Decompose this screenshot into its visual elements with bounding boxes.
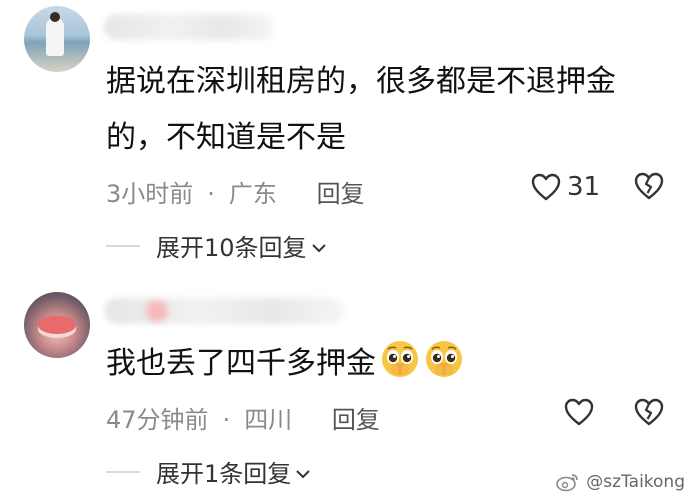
expand-replies-button[interactable]: 展开10条回复 [106, 228, 327, 263]
reply-button[interactable]: 回复 [317, 180, 365, 208]
meta-separator: · [222, 406, 231, 434]
dislike-button[interactable] [634, 172, 664, 200]
comment-time: 3小时前 [106, 180, 194, 208]
comment-location: 四川 [244, 406, 293, 434]
comment-item-1: 据说在深圳租房的，很多都是不退押金 的，不知道是不是 3小时前 · 广东 回复 31… [0, 0, 695, 270]
reply-button[interactable]: 回复 [332, 406, 380, 434]
like-button[interactable]: 31 [531, 172, 600, 202]
expand-replies-label: 展开1条回复 [156, 460, 292, 488]
comment-text: 我也丢了四千多押金 [106, 338, 464, 390]
meta-separator: · [207, 180, 215, 208]
comment-text-content: 我也丢了四千多押金 [106, 346, 376, 381]
heart-outline-icon [564, 398, 594, 426]
watermark-text: @szTaikong [586, 472, 685, 492]
comment-text-line: 据说在深圳租房的，很多都是不退押金 [106, 64, 616, 99]
username-blurred[interactable] [104, 14, 274, 40]
avatar-head [50, 12, 60, 22]
pleading-face-emoji-icon [380, 339, 420, 379]
divider-line [106, 244, 140, 247]
comment-time: 47分钟前 [106, 406, 209, 434]
dislike-button[interactable] [634, 398, 664, 426]
divider-line [106, 470, 140, 473]
heart-outline-icon [531, 173, 561, 201]
expand-replies-label: 展开10条回复 [156, 234, 307, 262]
comment-meta: 3小时前 · 广东 回复 [106, 174, 365, 209]
avatar[interactable] [24, 6, 90, 72]
weibo-logo-icon [556, 472, 580, 492]
chevron-down-icon [311, 232, 327, 260]
like-button[interactable] [564, 398, 600, 426]
expand-replies-button[interactable]: 展开1条回复 [106, 454, 311, 489]
chevron-down-icon [295, 458, 311, 486]
pleading-face-emoji-icon [424, 339, 464, 379]
comment-meta: 47分钟前 · 四川 回复 [106, 400, 380, 435]
avatar[interactable] [24, 292, 90, 358]
broken-heart-icon [634, 172, 664, 200]
comment-location: 广东 [228, 180, 277, 208]
watermark: @szTaikong [556, 472, 685, 492]
broken-heart-icon [634, 398, 664, 426]
comment-item-2: 我也丢了四千多押金 47分钟前 · 四川 回复 展开1条回复 [0, 280, 695, 500]
avatar-cake [38, 316, 76, 338]
comment-text-line: 的，不知道是不是 [106, 120, 346, 155]
avatar-figure [46, 18, 64, 56]
like-count: 31 [567, 172, 601, 202]
username-blurred[interactable] [104, 298, 344, 324]
